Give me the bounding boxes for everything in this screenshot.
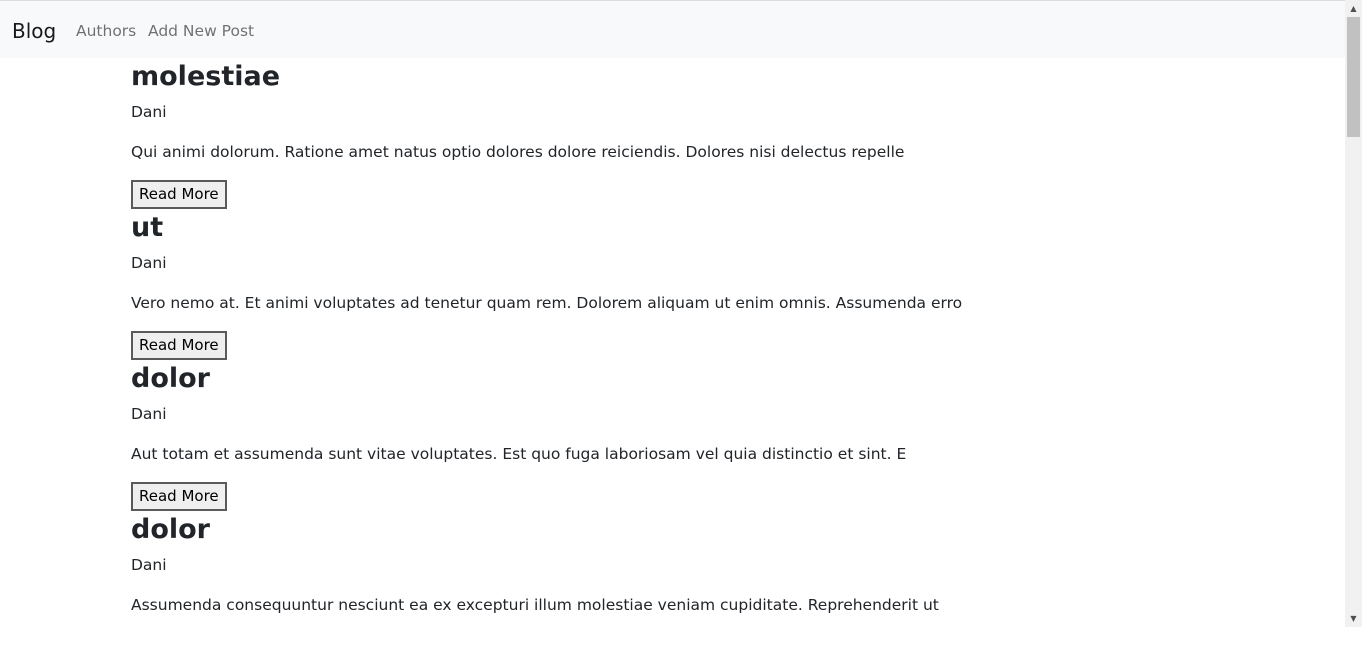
post-title: dolor	[131, 514, 210, 545]
post-excerpt: Qui animi dolorum. Ratione amet natus op…	[131, 143, 905, 161]
post-card: dolor Dani Assumenda consequuntur nesciu…	[131, 511, 1231, 662]
vertical-scrollbar[interactable]: ▲ ▼	[1345, 0, 1362, 627]
post-card: dolor Dani Aut totam et assumenda sunt v…	[131, 360, 1231, 511]
post-author: Dani	[131, 405, 167, 423]
navbar-brand[interactable]: Blog	[12, 18, 56, 44]
post-title: ut	[131, 212, 164, 243]
post-card: ut Dani Vero nemo at. Et animi voluptate…	[131, 209, 1231, 360]
post-author: Dani	[131, 556, 167, 574]
post-title: molestiae	[131, 61, 281, 92]
read-more-button[interactable]: Read More	[131, 180, 227, 209]
post-excerpt: Vero nemo at. Et animi voluptates ad ten…	[131, 294, 963, 312]
read-more-button[interactable]: Read More	[131, 482, 227, 511]
nav-link-authors[interactable]: Authors	[76, 21, 136, 41]
scrollbar-thumb[interactable]	[1347, 17, 1360, 137]
post-excerpt: Assumenda consequuntur nesciunt ea ex ex…	[131, 596, 939, 614]
scroll-up-arrow-icon[interactable]: ▲	[1345, 0, 1362, 17]
post-excerpt: Aut totam et assumenda sunt vitae volupt…	[131, 445, 907, 463]
navbar: Blog Authors Add New Post	[0, 1, 1345, 58]
post-card: molestiae Dani Qui animi dolorum. Ration…	[131, 58, 1231, 209]
post-list: molestiae Dani Qui animi dolorum. Ration…	[131, 58, 1231, 662]
post-author: Dani	[131, 103, 167, 121]
post-title: dolor	[131, 363, 210, 394]
scroll-down-arrow-icon[interactable]: ▼	[1345, 610, 1362, 627]
read-more-button[interactable]: Read More	[131, 331, 227, 360]
post-author: Dani	[131, 254, 167, 272]
nav-link-add-new-post[interactable]: Add New Post	[148, 21, 254, 41]
